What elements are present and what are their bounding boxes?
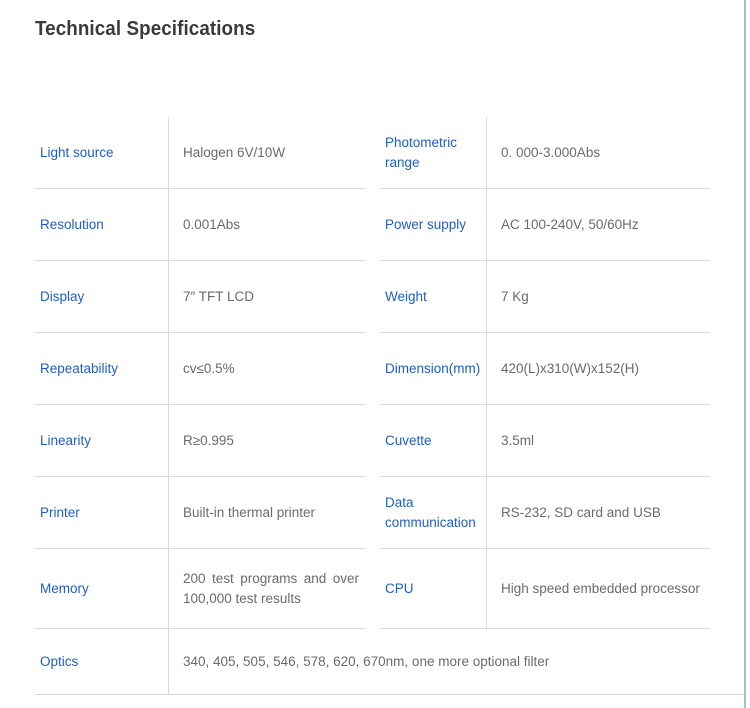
spec-value-resolution: 0.001Abs [168,189,365,260]
spec-label-dimension: Dimension(mm) [385,360,481,376]
table-row: Weight 7 Kg [380,261,710,333]
spec-value-power-supply: AC 100-240V, 50/60Hz [486,189,710,260]
spec-label-light-source: Light source [40,144,114,160]
spec-value-printer: Built-in thermal printer [168,477,365,548]
spec-value-weight: 7 Kg [486,261,710,332]
table-row: Dimension(mm) 420(L)x310(W)x152(H) [380,333,710,405]
table-row: Printer Built-in thermal printer [35,477,365,549]
spec-columns: Light source Halogen 6V/10W Resolution 0… [0,117,750,629]
spec-value-photometric-range: 0. 000-3.000Abs [486,117,710,188]
table-row: Memory 200 test programs and over 100,00… [35,549,365,629]
page-title: Technical Specifications [35,18,256,40]
table-row-optics: Optics 340, 405, 505, 546, 578, 620, 670… [35,629,745,695]
spec-label-display: Display [40,288,85,304]
spec-value-cuvette: 3.5ml [486,405,710,476]
specifications-tables: Light source Halogen 6V/10W Resolution 0… [0,117,750,695]
spec-value-data-communication: RS-232, SD card and USB [486,477,710,548]
table-row: Power supply AC 100-240V, 50/60Hz [380,189,710,261]
table-row: Resolution 0.001Abs [35,189,365,261]
spec-label-memory: Memory [40,580,89,596]
spec-label-data-communication: Data communication [385,494,476,530]
table-row: Display 7″ TFT LCD [35,261,365,333]
table-row: Repeatability cv≤0.5% [35,333,365,405]
spec-value-display: 7″ TFT LCD [168,261,365,332]
spec-value-dimension: 420(L)x310(W)x152(H) [486,333,710,404]
table-row: Photometric range 0. 000-3.000Abs [380,117,710,189]
spec-value-memory-wrap: 200 test programs and over 100,000 test … [168,549,365,628]
spec-label-power-supply: Power supply [385,216,467,232]
spec-table-right: Photometric range 0. 000-3.000Abs Power … [380,117,710,629]
spec-label-resolution: Resolution [40,216,104,232]
spec-label-optics: Optics [40,653,79,669]
spec-value-optics: 340, 405, 505, 546, 578, 620, 670nm, one… [168,629,745,694]
spec-label-printer: Printer [40,504,80,520]
spec-table-left: Light source Halogen 6V/10W Resolution 0… [35,117,365,629]
table-row: CPU High speed embedded processor [380,549,710,629]
spec-value-linearity: R≥0.995 [168,405,365,476]
spec-value-memory: 200 test programs and over 100,000 test … [183,570,359,606]
spec-label-weight: Weight [385,288,427,304]
spec-label-cpu: CPU [385,580,414,596]
spec-label-photometric-range: Photometric range [385,134,458,170]
spec-label-repeatability: Repeatability [40,360,119,376]
table-row: Data communication RS-232, SD card and U… [380,477,710,549]
spec-value-cpu: High speed embedded processor [486,549,710,628]
spec-value-repeatability: cv≤0.5% [168,333,365,404]
table-row: Light source Halogen 6V/10W [35,117,365,189]
spec-label-linearity: Linearity [40,432,92,448]
spec-label-cuvette: Cuvette [385,432,432,448]
table-row: Linearity R≥0.995 [35,405,365,477]
spec-value-light-source: Halogen 6V/10W [168,117,365,188]
table-row: Cuvette 3.5ml [380,405,710,477]
